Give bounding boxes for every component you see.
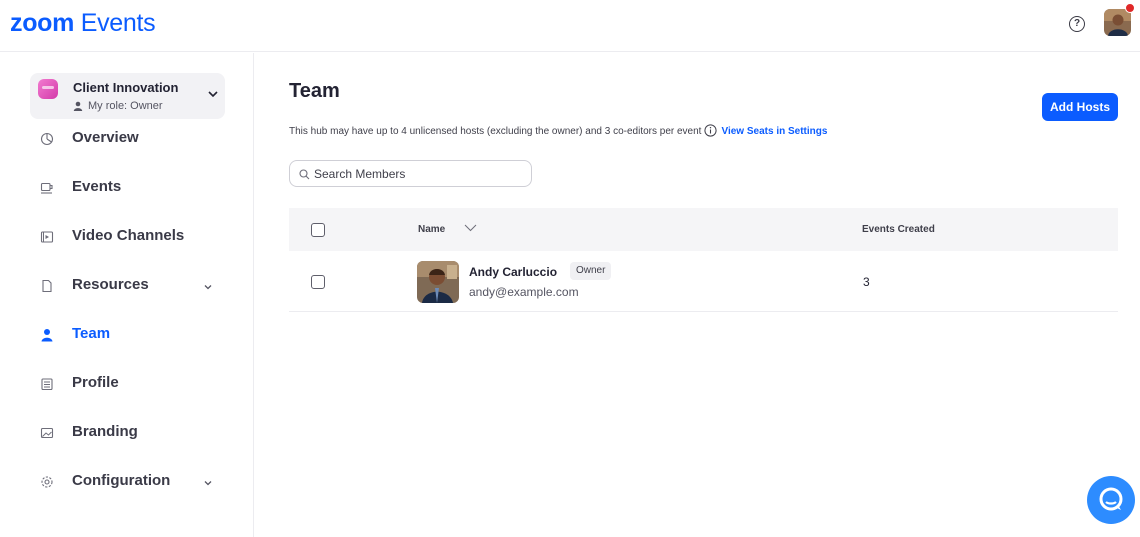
search-box[interactable] [289, 160, 532, 187]
owner-badge: Owner [570, 262, 612, 280]
hub-limits-text: This hub may have up to 4 unlicensed hos… [289, 124, 827, 137]
sidebar-item-label: Events [72, 178, 122, 195]
column-header-name[interactable]: Name [418, 224, 445, 235]
image-icon [40, 427, 54, 439]
column-header-events-created: Events Created [862, 224, 935, 235]
select-all-checkbox[interactable] [311, 223, 325, 237]
view-seats-link[interactable]: View Seats in Settings [721, 126, 827, 137]
sidebar-item-profile[interactable]: Profile [0, 365, 254, 405]
sidebar-item-team[interactable]: Team [0, 316, 254, 356]
sidebar-item-configuration[interactable]: Configuration [0, 463, 254, 503]
hub-icon [38, 79, 58, 99]
search-icon [299, 169, 310, 180]
main-content: Team Add Hosts This hub may have up to 4… [255, 53, 1140, 537]
logo-zoom-text: zoom [10, 9, 75, 37]
sidebar-item-branding[interactable]: Branding [0, 414, 254, 454]
gear-icon [41, 476, 53, 488]
events-created-count: 3 [863, 275, 870, 289]
chevron-down-icon[interactable] [206, 87, 220, 101]
sidebar-item-resources[interactable]: Resources [0, 267, 254, 307]
page-title: Team [289, 80, 340, 102]
info-icon[interactable] [704, 124, 718, 137]
chat-bubble-icon [1099, 487, 1123, 511]
search-input[interactable] [314, 165, 524, 183]
zoom-events-logo[interactable]: zoom Events [10, 9, 156, 37]
member-email: andy@example.com [469, 285, 579, 299]
sidebar-item-label: Profile [72, 374, 119, 391]
sidebar-item-video-channels[interactable]: Video Channels [0, 218, 254, 258]
sort-chevron-icon[interactable] [464, 223, 477, 233]
sidebar-item-label: Resources [72, 276, 149, 293]
hub-switcher[interactable]: Client Innovation My role: Owner [30, 73, 225, 119]
sidebar-item-label: Video Channels [72, 227, 185, 244]
hub-name: Client Innovation [73, 80, 179, 95]
logo-events-text: Events [80, 9, 156, 37]
help-icon[interactable]: ? [1069, 16, 1085, 32]
sidebar-item-label: Team [72, 325, 111, 342]
document-icon [42, 279, 52, 293]
person-icon [73, 101, 83, 111]
sidebar-item-label: Configuration [72, 472, 171, 489]
sidebar-item-label: Overview [72, 129, 139, 146]
top-bar: zoom Events ? [0, 0, 1140, 52]
table-row: Andy Carluccio Owner andy@example.com 3 [289, 251, 1118, 312]
chat-support-button[interactable] [1087, 476, 1135, 524]
chevron-down-icon[interactable] [202, 477, 214, 489]
sidebar: Client Innovation My role: Owner Overvie… [0, 53, 254, 537]
subtitle-text: This hub may have up to 4 unlicensed hos… [289, 126, 702, 137]
profile-list-icon [41, 378, 53, 391]
chevron-down-icon[interactable] [202, 281, 214, 293]
hub-role: My role: Owner [88, 100, 163, 112]
member-name: Andy Carluccio [469, 265, 558, 279]
member-avatar [417, 261, 459, 303]
video-channel-icon [40, 231, 54, 243]
pie-chart-icon [40, 132, 54, 146]
user-avatar[interactable] [1104, 9, 1131, 36]
sidebar-item-overview[interactable]: Overview [0, 120, 254, 160]
row-checkbox[interactable] [311, 275, 325, 289]
sidebar-item-label: Branding [72, 423, 138, 440]
notification-badge [1125, 3, 1135, 13]
add-hosts-button[interactable]: Add Hosts [1042, 93, 1118, 121]
person-icon [41, 329, 53, 342]
table-header: Name Events Created [289, 208, 1118, 251]
sidebar-item-events[interactable]: Events [0, 169, 254, 209]
coffee-cup-icon [40, 182, 53, 194]
